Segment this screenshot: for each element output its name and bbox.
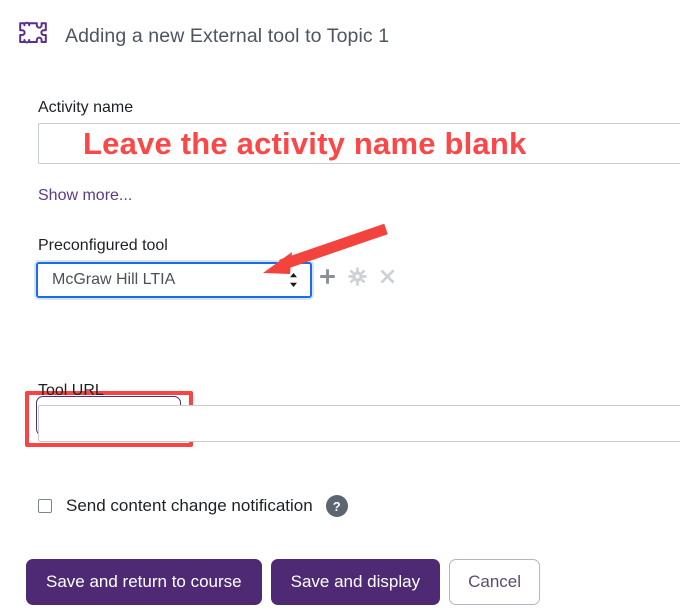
tool-url-label: Tool URL [38,382,104,399]
preconfigured-tool-select[interactable]: McGraw Hill LTIA [36,262,312,298]
puzzle-piece-icon [17,20,49,52]
save-and-display-button[interactable]: Save and display [270,559,441,606]
activity-name-label: Activity name [38,99,134,116]
save-and-return-button[interactable]: Save and return to course [26,559,262,606]
cancel-button[interactable]: Cancel [449,559,541,606]
add-tool-icon[interactable] [316,265,339,288]
annotation-arrow [263,223,388,274]
page-title: Adding a new External tool to Topic 1 [65,24,390,47]
tool-url-input[interactable] [38,405,680,442]
tool-action-icons [316,265,399,288]
edit-tool-icon[interactable] [346,265,369,288]
delete-tool-icon[interactable] [376,265,399,288]
send-notification-checkbox[interactable] [38,499,52,513]
show-more-link[interactable]: Show more... [38,187,132,205]
preconfigured-tool-label: Preconfigured tool [38,237,168,254]
preconfigured-tool-select-wrapper: McGraw Hill LTIA [36,262,312,298]
help-icon[interactable]: ? [325,495,348,517]
activity-name-input[interactable] [38,123,680,164]
send-notification-row: Send content change notification ? [38,495,348,517]
form-action-buttons: Save and return to course Save and displ… [26,559,541,606]
send-notification-label: Send content change notification [66,496,313,515]
page-header: Adding a new External tool to Topic 1 [0,0,680,72]
